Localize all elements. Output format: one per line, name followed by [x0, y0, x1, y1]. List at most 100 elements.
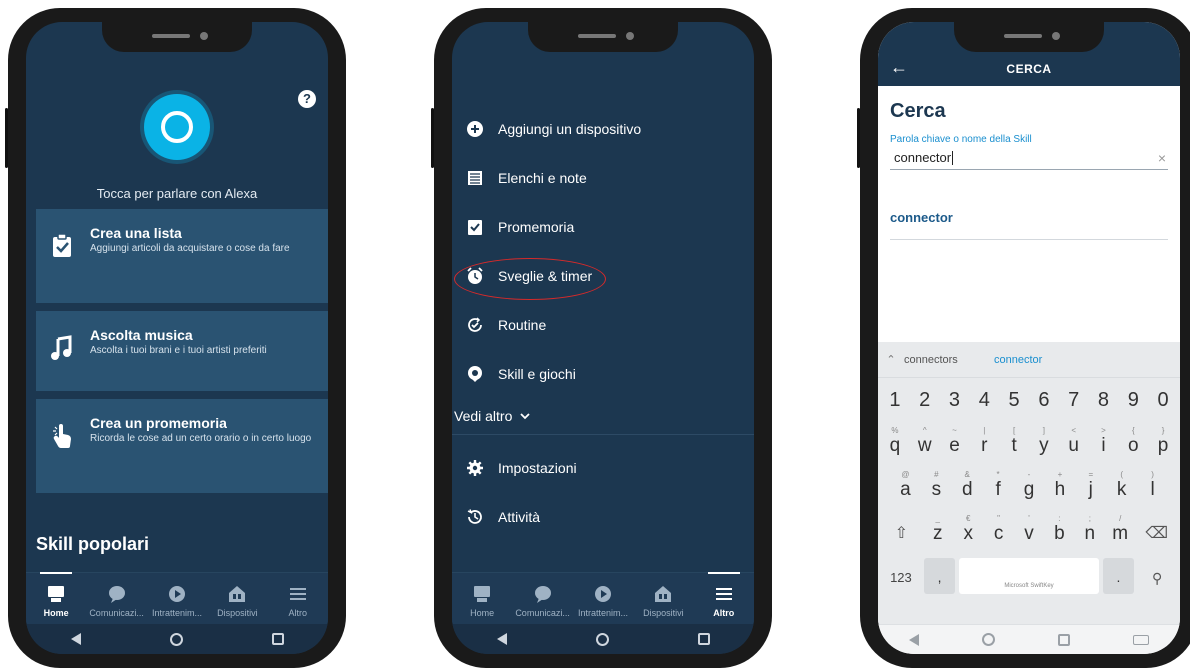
key[interactable]: # s [921, 468, 952, 508]
expand-suggestions-icon[interactable]: ⌃ [878, 353, 904, 366]
tab-devices[interactable]: Dispositivi [633, 584, 693, 618]
back-triangle-icon[interactable] [70, 633, 81, 645]
tab-home[interactable]: Home [26, 572, 86, 618]
key[interactable]: / m [1105, 512, 1135, 552]
backspace-key-icon[interactable]: ⌫ [1135, 512, 1178, 552]
see-more-label: Vedi altro [454, 408, 513, 424]
menu-item-skills-games[interactable]: Skill e giochi [452, 349, 754, 398]
tab-label: Altro [713, 608, 735, 618]
key[interactable]: @ a [890, 468, 921, 508]
home-circle-icon[interactable] [169, 632, 183, 646]
tab-label: Intrattenim... [577, 608, 628, 618]
search-screen: ← CERCA Cerca Parola chiave o nome della… [878, 22, 1180, 654]
search-key-icon[interactable]: ⚲ [1136, 556, 1178, 596]
suggestion-item[interactable]: connectors [904, 354, 994, 366]
back-triangle-icon[interactable] [909, 633, 920, 646]
shift-key-icon[interactable]: ⇧ [880, 512, 923, 552]
clear-icon[interactable]: × [1158, 150, 1166, 166]
key[interactable]: | r [969, 424, 999, 464]
key[interactable]: 9 [1118, 380, 1148, 420]
menu-item-lists-notes[interactable]: Elenchi e note [452, 153, 754, 202]
suggestion-item-selected[interactable]: connector [994, 354, 1042, 366]
key[interactable]: + h [1044, 468, 1075, 508]
menu-item-settings[interactable]: Impostazioni [452, 443, 754, 492]
tab-label: Comunicazi... [515, 608, 570, 618]
key[interactable]: 3 [940, 380, 970, 420]
key[interactable]: " c [983, 512, 1013, 552]
notch [954, 22, 1104, 52]
tab-label: Comunicazi... [89, 608, 144, 618]
tab-communication[interactable]: Comunicazi... [513, 584, 573, 618]
tab-label: Home [43, 608, 69, 618]
home-circle-icon[interactable] [595, 632, 609, 646]
chat-bubble-icon [108, 586, 125, 603]
tab-devices[interactable]: Dispositivi [207, 584, 267, 618]
keyboard-switch-icon[interactable] [1132, 634, 1149, 645]
card-create-reminder[interactable]: Crea un promemoria Ricorda le cose ad un… [36, 399, 328, 493]
search-input[interactable]: connector × [890, 146, 1168, 170]
tab-entertainment[interactable]: Intrattenim... [573, 584, 633, 618]
key[interactable]: ) l [1137, 468, 1168, 508]
help-button[interactable]: ? [298, 90, 316, 108]
tap-to-talk-label: Tocca per parlare con Alexa [96, 186, 258, 201]
key[interactable]: 5 [999, 380, 1029, 420]
back-triangle-icon[interactable] [496, 633, 507, 645]
key[interactable]: _ z [923, 512, 953, 552]
tab-more[interactable]: Altro [268, 584, 328, 618]
key[interactable]: } p [1148, 424, 1178, 464]
see-more-toggle[interactable]: Vedi altro [452, 398, 754, 435]
key[interactable]: 2 [910, 380, 940, 420]
recent-apps-square-icon[interactable] [697, 633, 710, 645]
key[interactable]: 1 [880, 380, 910, 420]
key[interactable]: 7 [1059, 380, 1089, 420]
key[interactable]: :b [1044, 512, 1074, 552]
recent-apps-square-icon[interactable] [1057, 633, 1070, 646]
key[interactable]: ] y [1029, 424, 1059, 464]
menu-item-label: Routine [498, 316, 547, 333]
key[interactable]: & d [952, 468, 983, 508]
comma-key[interactable]: , [923, 558, 956, 594]
menu-item-routine[interactable]: Routine [452, 300, 754, 349]
key[interactable]: {o [1118, 424, 1148, 464]
play-icon [594, 586, 611, 602]
recent-apps-square-icon[interactable] [271, 633, 284, 645]
key[interactable]: * f [983, 468, 1014, 508]
key[interactable]: 8 [1089, 380, 1119, 420]
key[interactable]: 0 [1148, 380, 1178, 420]
key[interactable]: ~ e [940, 424, 970, 464]
menu-item-add-device[interactable]: Aggiungi un dispositivo [452, 104, 754, 153]
key[interactable]: < u [1059, 424, 1089, 464]
home-circle-icon[interactable] [982, 633, 996, 646]
card-create-list[interactable]: Crea una lista Aggiungi articoli da acqu… [36, 209, 328, 303]
key[interactable]: ; n [1075, 512, 1105, 552]
numbers-key[interactable]: 123 [880, 556, 922, 596]
tab-home[interactable]: Home [452, 584, 512, 618]
period-key[interactable]: . [1102, 558, 1135, 594]
home-icon [48, 586, 65, 602]
search-input-value: connector [894, 150, 952, 165]
key[interactable]: % q [880, 424, 910, 464]
tab-more[interactable]: Altro [694, 572, 754, 618]
search-result-item[interactable]: connector [890, 210, 1168, 240]
key[interactable]: = j [1075, 468, 1106, 508]
key[interactable]: -g [1014, 468, 1045, 508]
key[interactable]: (k [1106, 468, 1137, 508]
card-title: Crea una lista [90, 225, 182, 241]
tab-label: Dispositivi [643, 608, 684, 618]
key[interactable]: ' v [1014, 512, 1044, 552]
key[interactable]: 4 [969, 380, 999, 420]
card-listen-music[interactable]: Ascolta musica Ascolta i tuoi brani e i … [36, 311, 328, 391]
devices-house-icon [229, 586, 246, 602]
menu-item-activity[interactable]: Attività [452, 492, 754, 541]
key[interactable]: ^ w [910, 424, 940, 464]
tab-communication[interactable]: Comunicazi... [87, 584, 147, 618]
menu-item-reminders[interactable]: Promemoria [452, 202, 754, 251]
key[interactable]: 6 [1029, 380, 1059, 420]
key[interactable]: [t [999, 424, 1029, 464]
alexa-ring-button[interactable] [144, 94, 210, 160]
bottom-tab-bar: Home Comunicazi... Intrattenim... Dispos… [26, 572, 328, 624]
key[interactable]: > i [1089, 424, 1119, 464]
key[interactable]: € x [953, 512, 983, 552]
space-bar[interactable]: Microsoft SwiftKey [959, 558, 1099, 594]
tab-entertainment[interactable]: Intrattenim... [147, 584, 207, 618]
